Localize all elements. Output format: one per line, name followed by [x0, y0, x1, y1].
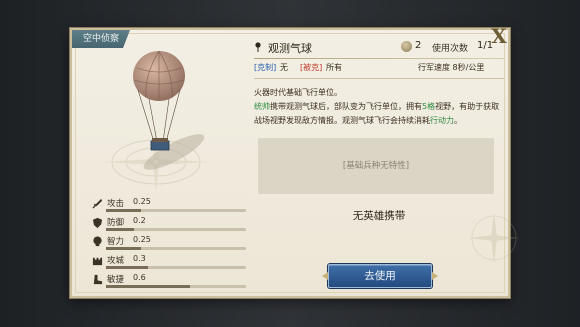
countered-value: 所有: [326, 63, 342, 72]
counter-row: [克制] 无 [被克] 所有 行军速度 8秒/公里: [254, 61, 504, 77]
stat-fill: [106, 266, 148, 269]
use-count: 2: [415, 40, 422, 51]
stat-row-defense: 防御 0.2: [88, 215, 248, 233]
boot-icon: [93, 274, 103, 285]
shield-icon: [92, 217, 103, 228]
observation-balloon-image: [133, 50, 205, 170]
stat-name: 攻城: [107, 256, 125, 266]
stat-value: 0.3: [133, 254, 146, 263]
unit-preview-column: 攻击 0.25 防御 0.2 智力 0.25 攻城 0.3 敏捷 0.6: [76, 34, 246, 296]
counter-value: 无: [280, 63, 288, 72]
stat-bar: [106, 285, 246, 288]
stat-row-siege: 攻城 0.3: [88, 253, 248, 271]
unit-description: 火器时代基础飞行单位。 统帅携带观测气球后，部队变为飞行单位，拥有5格视野，有助…: [254, 86, 504, 128]
stats-list: 攻击 0.25 防御 0.2 智力 0.25 攻城 0.3 敏捷 0.6: [88, 196, 248, 291]
desc-text: 携带观测气球后，部队变为飞行单位，拥有: [270, 102, 422, 111]
info-divider: [254, 78, 504, 79]
pin-icon: [255, 42, 261, 52]
brain-icon: [93, 236, 102, 247]
desc-text: 。: [454, 116, 462, 125]
title-divider: [254, 58, 504, 59]
unit-detail-panel: 空中侦察 X 攻击 0.25 防御 0.2 智力 0.25 攻城 0.3 敏捷 …: [70, 24, 520, 298]
desc-line-2: 统帅携带观测气球后，部队变为飞行单位，拥有5格视野，有助于获取战场视野发现敌方情…: [254, 100, 504, 128]
go-use-button[interactable]: 去使用: [328, 264, 432, 288]
stat-name: 防御: [107, 218, 125, 228]
counter-label: [克制]: [254, 63, 277, 72]
unit-name: 观测气球: [268, 42, 312, 55]
desc-line-1: 火器时代基础飞行单位。: [254, 88, 342, 97]
desc-highlight-commander: 统帅: [254, 102, 270, 111]
stat-value: 0.25: [133, 235, 151, 244]
use-count-label: 使用次数: [432, 44, 469, 54]
stat-bar: [106, 228, 246, 231]
stat-name: 攻击: [107, 199, 125, 209]
desc-highlight-action: 行动力: [430, 116, 454, 125]
countered-label: [被克]: [300, 63, 323, 72]
desc-highlight-vision: 5格: [422, 102, 436, 111]
castle-icon: [92, 257, 103, 266]
stat-value: 0.2: [133, 216, 146, 225]
stat-fill: [106, 285, 190, 288]
stat-row-attack: 攻击 0.25: [88, 196, 248, 214]
stat-value: 0.25: [133, 197, 151, 206]
stat-fill: [106, 228, 134, 231]
stat-fill: [106, 247, 141, 250]
stat-value: 0.6: [133, 273, 146, 282]
compass-watermark-icon: [468, 212, 520, 264]
title-row: 观测气球 2 使用次数 1/1: [254, 38, 504, 56]
stat-fill: [106, 209, 141, 212]
stat-bar: [106, 266, 246, 269]
sword-icon: [92, 198, 103, 209]
stat-bar: [106, 247, 246, 250]
use-count-icon: [401, 41, 412, 52]
unit-info-column: 观测气球 2 使用次数 1/1 [克制] 无 [被克] 所有 行军速度 8秒/公…: [254, 38, 520, 296]
stat-name: 敏捷: [107, 275, 125, 285]
stat-row-intelligence: 智力 0.25: [88, 234, 248, 252]
march-speed: 行军速度 8秒/公里: [418, 63, 485, 72]
stat-bar: [106, 209, 246, 212]
stat-name: 智力: [107, 237, 125, 247]
use-ratio: 1/1: [477, 40, 494, 51]
trait-box: [基础兵种无特性]: [258, 138, 494, 194]
stat-row-agility: 敏捷 0.6: [88, 272, 248, 290]
